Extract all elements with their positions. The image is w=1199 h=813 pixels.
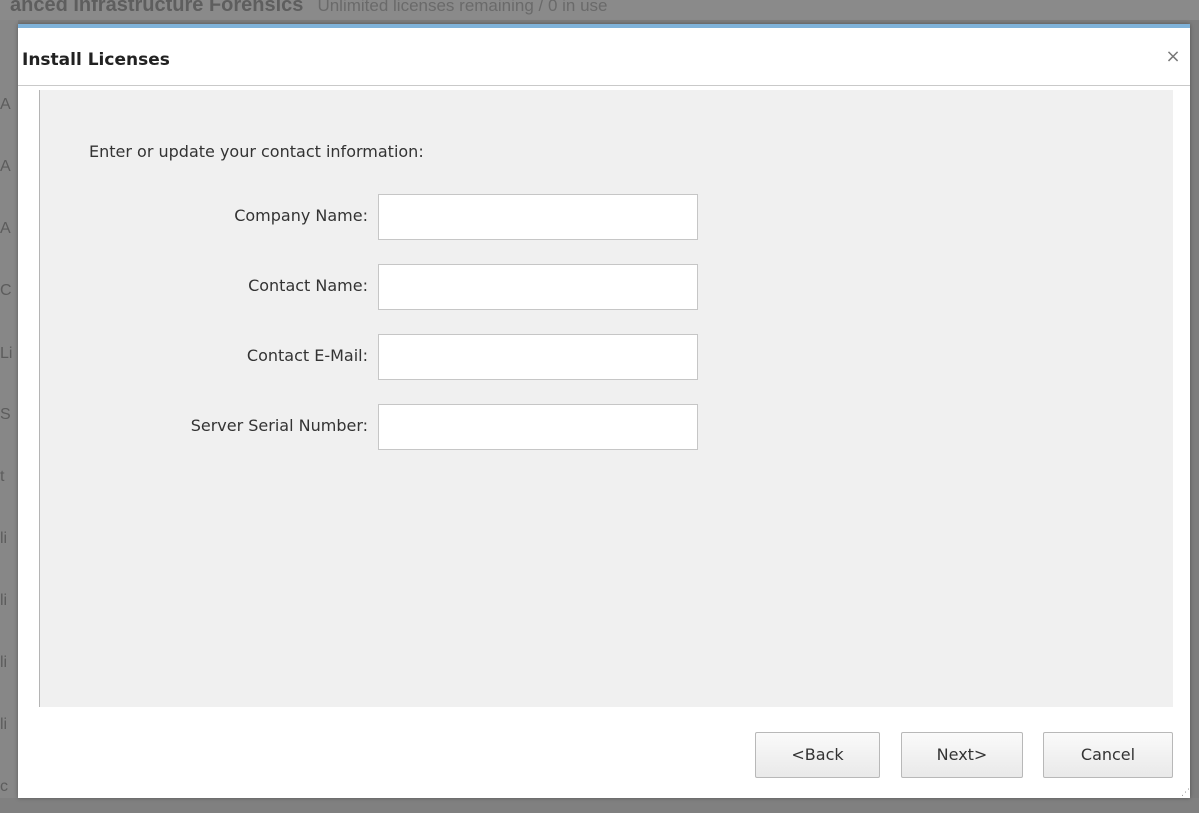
background-sidebar-item: li [0, 716, 8, 733]
background-sidebar-item: Li [0, 345, 13, 362]
contact-name-field[interactable] [378, 264, 698, 310]
install-licenses-dialog: Install Licenses × Enter or update your … [18, 24, 1190, 798]
server-serial-number-row: Server Serial Number: [40, 404, 740, 450]
contact-email-row: Contact E-Mail: [40, 334, 740, 380]
close-icon[interactable]: × [1164, 48, 1182, 66]
next-button[interactable]: Next> [901, 732, 1023, 778]
contact-name-label: Contact Name: [248, 276, 368, 295]
company-name-field[interactable] [378, 194, 698, 240]
contact-email-label: Contact E-Mail: [246, 346, 368, 365]
back-button[interactable]: <Back [755, 732, 880, 778]
background-sidebar-item: A [0, 158, 11, 175]
background-sidebar-item: t [0, 468, 5, 485]
background-sidebar-item: S [0, 406, 11, 423]
server-serial-number-field[interactable] [378, 404, 698, 450]
dialog-title: Install Licenses [22, 50, 170, 70]
background-sidebar-item: li [0, 592, 8, 609]
background-sidebar-item: li [0, 654, 8, 671]
company-name-label: Company Name: [234, 206, 368, 225]
instruction-text: Enter or update your contact information… [89, 142, 424, 161]
background-sidebar-item: c [0, 778, 8, 795]
background-sidebar: A A A C Li S t li li li li c [0, 20, 18, 813]
background-footer [0, 798, 1199, 813]
background-title: anced Infrastructure Forensics Unlimited … [10, 0, 608, 17]
background-header: anced Infrastructure Forensics Unlimited … [0, 0, 1199, 20]
server-serial-number-label: Server Serial Number: [190, 416, 368, 435]
cancel-button[interactable]: Cancel [1043, 732, 1173, 778]
contact-info-panel: Enter or update your contact information… [39, 90, 1173, 707]
resize-grip-icon[interactable]: ⋰ [1180, 788, 1190, 798]
background-sidebar-item: A [0, 96, 11, 113]
background-title-text: anced Infrastructure Forensics [10, 0, 304, 16]
contact-email-field[interactable] [378, 334, 698, 380]
background-subtitle: Unlimited licenses remaining / 0 in use [317, 0, 608, 15]
company-name-row: Company Name: [40, 194, 740, 240]
background-sidebar-item: li [0, 530, 8, 547]
background-sidebar-item: C [0, 282, 12, 299]
background-sidebar-item: A [0, 220, 11, 237]
contact-name-row: Contact Name: [40, 264, 740, 310]
dialog-header: Install Licenses × [18, 28, 1190, 86]
